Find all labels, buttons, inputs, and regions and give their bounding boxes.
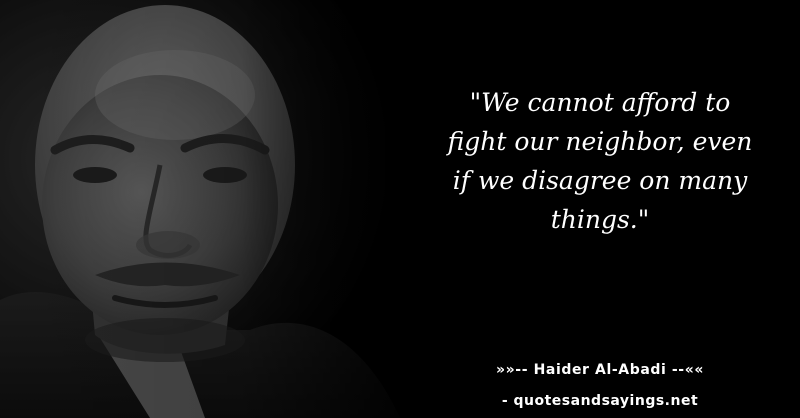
quote-line: if we disagree on many <box>452 166 748 195</box>
portrait-photo <box>0 0 440 418</box>
site-credit: - quotesandsayings.net <box>501 393 699 409</box>
quote-author: »»-- Haider Al-Abadi --«« <box>496 362 704 378</box>
quote-line: "We cannot afford to <box>469 88 731 117</box>
quote-text: "We cannot afford to fight our neighbor,… <box>420 83 780 239</box>
quote-line: things." <box>550 205 650 234</box>
quote-card: "We cannot afford to fight our neighbor,… <box>0 0 800 418</box>
quote-line: fight our neighbor, even <box>447 127 753 156</box>
